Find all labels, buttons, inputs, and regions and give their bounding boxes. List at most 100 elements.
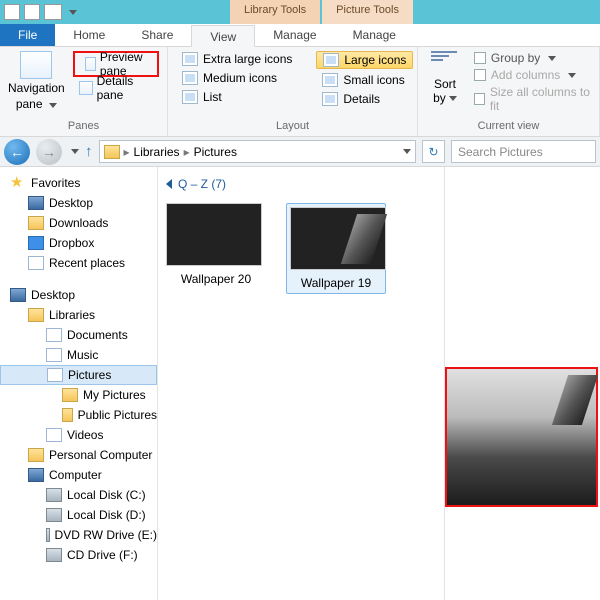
nav-up-button[interactable]: ↑ (85, 143, 93, 160)
details-icon (322, 92, 338, 106)
tab-manage-library[interactable]: Manage (255, 24, 334, 46)
navigation-pane-button[interactable]: Navigation pane (8, 51, 65, 111)
qat-button-2[interactable] (24, 4, 40, 20)
sort-by-button[interactable]: Sort by (426, 51, 464, 113)
details-pane-button[interactable]: Details pane (73, 77, 160, 99)
tab-share[interactable]: Share (123, 24, 191, 46)
layout-details[interactable]: Details (316, 91, 413, 107)
large-icon (323, 53, 339, 67)
tree-desktop[interactable]: Desktop (0, 193, 157, 213)
qat-button-1[interactable] (4, 4, 20, 20)
tree-public-pictures[interactable]: Public Pictures (0, 405, 157, 425)
tree-music[interactable]: Music (0, 345, 157, 365)
thumbnail-caption: Wallpaper 19 (290, 276, 382, 290)
tree-computer[interactable]: Computer (0, 465, 157, 485)
thumbnail-image (290, 207, 386, 270)
breadcrumb[interactable]: ▸ Libraries ▸ Pictures (99, 140, 417, 163)
add-columns-button[interactable]: Add columns (474, 68, 591, 82)
tab-home[interactable]: Home (55, 24, 123, 46)
qat-dropdown-icon[interactable] (69, 10, 77, 15)
desktop-icon (10, 288, 26, 302)
search-input[interactable]: Search Pictures (451, 140, 596, 163)
music-icon (46, 348, 62, 362)
nav-forward-button[interactable]: → (36, 139, 62, 165)
tree-desktop-root[interactable]: Desktop (0, 285, 157, 305)
details-pane-icon (79, 81, 93, 95)
preview-image (447, 369, 596, 505)
extra-large-icon (182, 52, 198, 66)
layout-small-icons[interactable]: Small icons (316, 72, 413, 88)
pictures-icon (47, 368, 63, 382)
group-label-panes: Panes (8, 118, 159, 136)
tree-favorites[interactable]: ★Favorites (0, 173, 157, 193)
group-by-button[interactable]: Group by (474, 51, 591, 65)
ribbon: Navigation pane Preview pane Details pan… (0, 47, 600, 137)
videos-icon (46, 428, 62, 442)
documents-icon (46, 328, 62, 342)
content-pane[interactable]: Q – Z (7) Wallpaper 20 Wallpaper 19 (158, 167, 445, 600)
breadcrumb-sep[interactable]: ▸ (122, 145, 132, 159)
breadcrumb-pictures[interactable]: Pictures (194, 145, 237, 159)
tree-local-disk-d[interactable]: Local Disk (D:) (0, 505, 157, 525)
tab-file[interactable]: File (0, 24, 55, 46)
folder-icon (62, 388, 78, 402)
folder-icon (28, 216, 44, 230)
tree-dvd-drive[interactable]: DVD RW Drive (E:) (0, 525, 157, 545)
breadcrumb-dropdown-icon[interactable] (403, 149, 411, 154)
nav-history-dropdown[interactable] (71, 149, 79, 154)
list-icon (182, 90, 198, 104)
tab-view[interactable]: View (191, 25, 255, 47)
chevron-down-icon (568, 73, 576, 78)
tree-personal-computer[interactable]: Personal Computer (0, 445, 157, 465)
breadcrumb-sep[interactable]: ▸ (182, 145, 192, 159)
context-tab-picture-tools[interactable]: Picture Tools (322, 0, 413, 24)
tree-libraries[interactable]: Libraries (0, 305, 157, 325)
refresh-button[interactable]: ↻ (422, 140, 445, 163)
layout-medium-icons[interactable]: Medium icons (176, 70, 298, 86)
preview-pane-button[interactable]: Preview pane (79, 53, 154, 75)
ribbon-tab-row: File Home Share View Manage Manage (0, 24, 600, 47)
drive-icon (46, 508, 62, 522)
thumbnail-wallpaper-19[interactable]: Wallpaper 19 (286, 203, 386, 294)
qat-folder-icon[interactable] (44, 4, 62, 20)
group-by-icon (474, 52, 486, 64)
ribbon-group-layout: Extra large icons Medium icons List Larg… (168, 47, 418, 136)
libraries-icon (28, 308, 44, 322)
thumbnail-wallpaper-20[interactable]: Wallpaper 20 (166, 203, 266, 294)
computer-icon (28, 468, 44, 482)
layout-large-icons[interactable]: Large icons (316, 51, 413, 69)
add-columns-icon (474, 69, 486, 81)
tree-cd-drive[interactable]: CD Drive (F:) (0, 545, 157, 565)
group-header-text: Q – Z (7) (178, 177, 226, 191)
size-columns-button[interactable]: Size all columns to fit (474, 85, 591, 113)
tree-documents[interactable]: Documents (0, 325, 157, 345)
tree-local-disk-c[interactable]: Local Disk (C:) (0, 485, 157, 505)
tree-pictures[interactable]: Pictures (0, 365, 157, 385)
tree-downloads[interactable]: Downloads (0, 213, 157, 233)
preview-pane-icon (85, 57, 96, 71)
content-group-header[interactable]: Q – Z (7) (166, 177, 436, 191)
navigation-pane-icon (20, 51, 52, 79)
tree-recent-places[interactable]: Recent places (0, 253, 157, 273)
thumbnail-caption: Wallpaper 20 (166, 272, 266, 286)
group-label-layout: Layout (176, 118, 409, 136)
context-tab-library-tools[interactable]: Library Tools (230, 0, 320, 24)
sort-label-1: Sort (434, 77, 456, 91)
navigation-pane-label-1: Navigation (8, 81, 65, 95)
star-icon: ★ (10, 176, 26, 190)
breadcrumb-folder-icon (104, 145, 120, 159)
ribbon-group-current-view: Sort by Group by Add columns Size all co… (418, 47, 600, 136)
dropbox-icon (28, 236, 44, 250)
layout-extra-large-icons[interactable]: Extra large icons (176, 51, 298, 67)
nav-back-button[interactable]: ← (4, 139, 30, 165)
folder-icon (28, 448, 44, 462)
tab-manage-picture[interactable]: Manage (335, 24, 414, 46)
size-columns-icon (474, 93, 485, 105)
layout-list[interactable]: List (176, 89, 298, 105)
chevron-down-icon (548, 56, 556, 61)
navigation-tree[interactable]: ★Favorites Desktop Downloads Dropbox Rec… (0, 167, 158, 600)
breadcrumb-libraries[interactable]: Libraries (134, 145, 180, 159)
tree-videos[interactable]: Videos (0, 425, 157, 445)
tree-my-pictures[interactable]: My Pictures (0, 385, 157, 405)
tree-dropbox[interactable]: Dropbox (0, 233, 157, 253)
